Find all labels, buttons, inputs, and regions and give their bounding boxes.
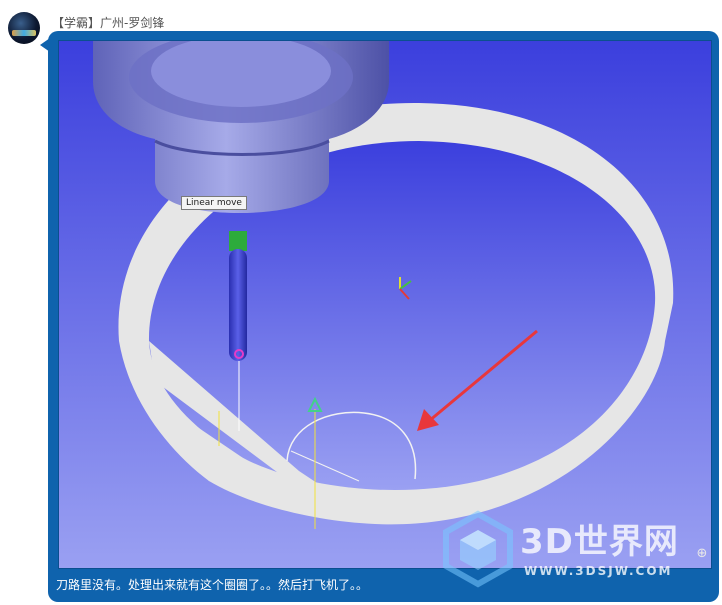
message-text: 刀路里没有。处理出来就有这个圈圈了。。然后打飞机了。。 bbox=[56, 578, 369, 592]
watermark-title: 3D世界网 bbox=[520, 522, 679, 562]
avatar-image bbox=[12, 30, 36, 36]
watermark-url: WWW.3DSJW.COM bbox=[524, 564, 673, 578]
cube-logo-icon bbox=[443, 510, 513, 588]
cam-screenshot[interactable] bbox=[58, 40, 712, 569]
expand-icon[interactable]: ⊕ bbox=[695, 547, 709, 561]
site-watermark: 3D世界网 WWW.3DSJW.COM bbox=[438, 508, 708, 588]
cam-viewport bbox=[59, 41, 711, 568]
user-avatar[interactable] bbox=[8, 12, 40, 44]
username[interactable]: 【学霸】广州-罗剑锋 bbox=[52, 14, 164, 31]
tooltip: Linear move bbox=[181, 196, 247, 210]
